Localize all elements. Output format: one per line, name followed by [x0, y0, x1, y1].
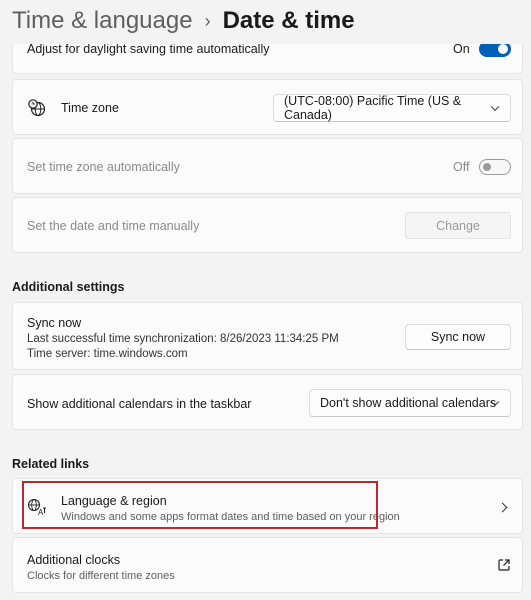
calendars-value: Don't show additional calendars	[320, 396, 497, 410]
sync-now-button[interactable]: Sync now	[405, 324, 511, 350]
auto-time-zone-state: Off	[453, 160, 470, 174]
daylight-saving-label: Adjust for daylight saving time automati…	[27, 42, 270, 56]
additional-clocks-link[interactable]: Additional clocks Clocks for different t…	[12, 537, 523, 593]
additional-clocks-desc: Clocks for different time zones	[27, 570, 175, 582]
auto-time-zone-toggle[interactable]	[479, 159, 511, 175]
additional-settings-heading: Additional settings	[12, 280, 125, 294]
sync-title: Sync now	[27, 316, 82, 330]
calendars-dropdown[interactable]: Don't show additional calendars	[309, 389, 511, 417]
breadcrumb-parent-link[interactable]: Time & language	[12, 6, 193, 36]
time-zone-dropdown[interactable]: (UTC-08:00) Pacific Time (US & Canada)	[273, 94, 511, 122]
language-region-desc: Windows and some apps format dates and t…	[61, 511, 400, 523]
time-server-text: Time server: time.windows.com	[27, 348, 188, 360]
change-button[interactable]: Change	[405, 212, 511, 239]
chevron-right-icon	[497, 502, 508, 513]
related-links-heading: Related links	[12, 457, 90, 471]
manual-datetime-label: Set the date and time manually	[27, 219, 200, 233]
breadcrumb-chevron: ›	[204, 11, 211, 31]
sync-card: Sync now Last successful time synchroniz…	[12, 302, 523, 370]
breadcrumb-front: Time & language › Date & time	[12, 6, 355, 36]
svg-text:A: A	[38, 508, 44, 516]
language-region-link[interactable]: A Language & region Windows and some app…	[12, 478, 523, 534]
time-zone-card: Time zone (UTC-08:00) Pacific Time (US &…	[12, 79, 523, 135]
calendars-card: Show additional calendars in the taskbar…	[12, 374, 523, 430]
external-link-icon	[497, 558, 511, 577]
time-zone-value: (UTC-08:00) Pacific Time (US & Canada)	[284, 94, 462, 122]
calendars-label: Show additional calendars in the taskbar	[27, 397, 252, 411]
last-sync-text: Last successful time synchronization: 8/…	[27, 333, 339, 345]
additional-clocks-title: Additional clocks	[27, 553, 121, 567]
auto-time-zone-card: Set time zone automatically Off	[12, 138, 523, 194]
auto-time-zone-label: Set time zone automatically	[27, 160, 180, 174]
manual-datetime-card: Set the date and time manually Change	[12, 197, 523, 253]
language-region-title: Language & region	[61, 494, 167, 508]
language-icon: A	[27, 498, 47, 521]
page-title-text: Date & time	[222, 7, 355, 34]
daylight-saving-state: On	[453, 42, 470, 56]
time-zone-label: Time zone	[61, 101, 119, 115]
globe-clock-icon	[27, 98, 47, 123]
